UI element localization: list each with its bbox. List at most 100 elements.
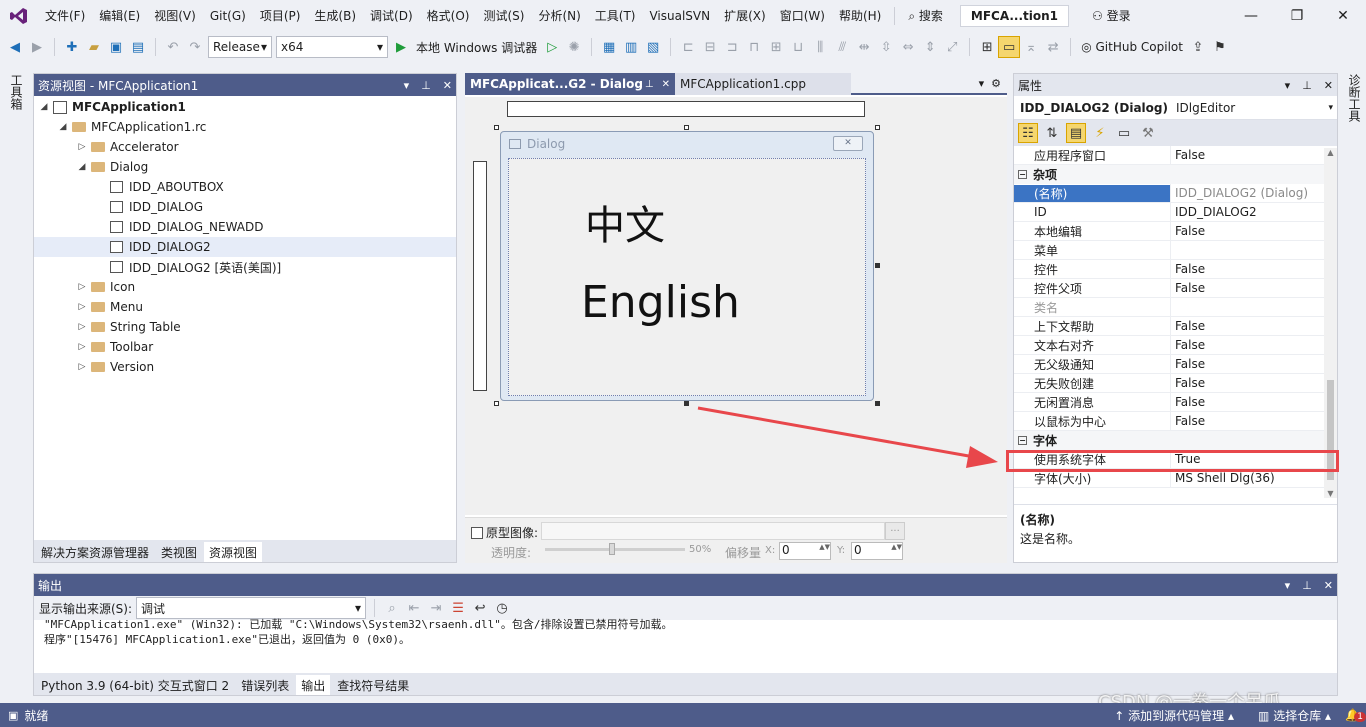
property-value[interactable]: IDD_DIALOG2 (Dialog) xyxy=(1170,183,1324,203)
property-value[interactable]: False xyxy=(1170,411,1324,431)
previous-message-icon[interactable]: ⇤ xyxy=(403,597,425,619)
tab-python-interactive[interactable]: Python 3.9 (64-bit) 交互式窗口 2 xyxy=(36,675,235,695)
toggle-guides-icon[interactable]: ▭ xyxy=(998,36,1021,58)
property-scrollbar[interactable]: ▲ ▼ xyxy=(1324,148,1337,498)
expand-icon[interactable]: ▷ xyxy=(76,282,88,292)
collapse-icon[interactable]: − xyxy=(1018,436,1027,445)
label-chinese[interactable]: 中文 xyxy=(585,193,665,251)
prototype-path-input[interactable] xyxy=(541,522,885,540)
dropdown-icon[interactable]: ▾ xyxy=(1285,79,1291,92)
pin-icon[interactable]: ⊥ xyxy=(1302,579,1312,592)
tree-item[interactable]: ▷ Accelerator xyxy=(34,137,456,157)
space-across-icon[interactable]: ⇹ xyxy=(853,36,875,58)
configuration-select[interactable]: Release ▾ xyxy=(208,36,272,58)
object-selector[interactable]: IDD_DIALOG2 (Dialog) IDlgEditor ▾ xyxy=(1014,96,1337,120)
output-source-select[interactable]: 调试 ▾ xyxy=(136,597,367,619)
menu-file[interactable]: 文件(F) xyxy=(38,0,92,32)
menu-tools[interactable]: 工具(T) xyxy=(588,0,643,32)
property-row[interactable]: 无闲置消息 False xyxy=(1014,392,1324,412)
tab-order-icon[interactable]: ⇄ xyxy=(1042,36,1064,58)
prototype-checkbox[interactable] xyxy=(471,526,483,539)
tree-item[interactable]: ▷ Icon xyxy=(34,277,456,297)
select-repo-button[interactable]: ▥ 选择仓库 ▴ xyxy=(1258,707,1331,724)
hot-reload-icon[interactable]: ✺ xyxy=(563,36,585,58)
property-category[interactable]: − 杂项 xyxy=(1014,165,1324,184)
tree-item[interactable]: ▷ Toolbar xyxy=(34,337,456,357)
resize-handle[interactable] xyxy=(875,263,880,268)
login-button[interactable]: ⚇ 登录 xyxy=(1085,0,1138,32)
expand-icon[interactable]: ▷ xyxy=(76,322,88,332)
toolbar-icon[interactable]: ▧ xyxy=(642,36,664,58)
new-project-icon[interactable]: ✚ xyxy=(61,36,83,58)
property-value[interactable]: False xyxy=(1170,354,1324,374)
align-center-icon[interactable]: ⊟ xyxy=(699,36,721,58)
opacity-slider[interactable] xyxy=(545,548,685,551)
collapse-icon[interactable]: ◢ xyxy=(76,162,88,172)
dropdown-icon[interactable]: ▾ xyxy=(404,79,410,92)
pin-icon[interactable]: ⊥ xyxy=(645,79,654,90)
tree-item[interactable]: ◢ Dialog xyxy=(34,157,456,177)
tree-item[interactable]: IDD_DIALOG2 xyxy=(34,237,456,257)
clear-all-icon[interactable]: ☰ xyxy=(447,597,469,619)
align-bottom-icon[interactable]: ⊔ xyxy=(787,36,809,58)
tab-resource-view[interactable]: 资源视图 xyxy=(204,542,263,562)
menu-visualsvn[interactable]: VisualSVN xyxy=(642,0,717,32)
pin-icon[interactable]: ⊥ xyxy=(421,79,431,92)
property-row[interactable]: 控件 False xyxy=(1014,259,1324,279)
tree-item[interactable]: IDD_DIALOG_NEWADD xyxy=(34,217,456,237)
make-same-width-icon[interactable]: ⇔ xyxy=(897,36,919,58)
next-message-icon[interactable]: ⇥ xyxy=(425,597,447,619)
menu-project[interactable]: 项目(P) xyxy=(253,0,308,32)
resize-handle[interactable] xyxy=(875,125,880,130)
collapse-icon[interactable]: ◢ xyxy=(57,122,69,132)
x-offset-input[interactable]: 0 ▲▼ xyxy=(779,542,831,560)
start-debug-button[interactable]: 本地 Windows 调试器 xyxy=(412,39,541,56)
opacity-slider-thumb[interactable] xyxy=(609,543,615,555)
expand-icon[interactable]: ▷ xyxy=(76,362,88,372)
y-offset-input[interactable]: 0 ▲▼ xyxy=(851,542,903,560)
property-row[interactable]: 类名 xyxy=(1014,297,1324,317)
tree-item[interactable]: IDD_ABOUTBOX xyxy=(34,177,456,197)
property-value[interactable]: False xyxy=(1170,392,1324,412)
maximize-button[interactable]: ❐ xyxy=(1274,0,1320,32)
tab-find-symbol-results[interactable]: 查找符号结果 xyxy=(332,675,415,695)
add-source-control-button[interactable]: ↑ 添加到源代码管理 ▴ xyxy=(1114,707,1234,724)
tab-list-icon[interactable]: ▾ xyxy=(979,77,985,90)
dropdown-icon[interactable]: ▾ xyxy=(1285,579,1291,592)
share-icon[interactable]: ⇪ xyxy=(1187,36,1209,58)
events-icon[interactable]: ⚡ xyxy=(1090,123,1110,143)
test-dialog-icon[interactable]: ⌅ xyxy=(1020,36,1042,58)
browse-button[interactable]: ... xyxy=(885,522,905,540)
property-row[interactable]: 以鼠标为中心 False xyxy=(1014,411,1324,431)
scroll-down-icon[interactable]: ▼ xyxy=(1324,489,1337,498)
space-down-icon[interactable]: ⇳ xyxy=(875,36,897,58)
tab-class-view[interactable]: 类视图 xyxy=(156,542,203,562)
timestamp-icon[interactable]: ◷ xyxy=(491,597,513,619)
property-value[interactable] xyxy=(1170,240,1324,260)
open-folder-icon[interactable]: ▰ xyxy=(83,36,105,58)
feedback-icon[interactable]: ⚑ xyxy=(1209,36,1231,58)
expand-icon[interactable]: ▷ xyxy=(76,142,88,152)
menu-help[interactable]: 帮助(H) xyxy=(832,0,888,32)
tree-item[interactable]: ◢ MFCApplication1 xyxy=(34,97,456,117)
property-row[interactable]: 无失败创建 False xyxy=(1014,373,1324,393)
property-row[interactable]: (名称) IDD_DIALOG2 (Dialog) xyxy=(1014,183,1324,203)
collapse-icon[interactable]: − xyxy=(1018,170,1027,179)
expand-icon[interactable]: ▷ xyxy=(76,342,88,352)
label-english[interactable]: English xyxy=(581,277,740,328)
tree-item[interactable]: IDD_DIALOG2 [英语(美国)] xyxy=(34,257,456,277)
pin-icon[interactable]: ⊥ xyxy=(1302,79,1312,92)
word-wrap-icon[interactable]: ↩ xyxy=(469,597,491,619)
categorized-icon[interactable]: ☷ xyxy=(1018,123,1038,143)
gear-icon[interactable]: ⚙ xyxy=(991,77,1001,90)
tab-cpp-file[interactable]: MFCApplication1.cpp xyxy=(675,73,851,95)
property-value[interactable]: False xyxy=(1170,278,1324,298)
align-top-icon[interactable]: ⊓ xyxy=(743,36,765,58)
platform-select[interactable]: x64 ▾ xyxy=(276,36,388,58)
menu-debug[interactable]: 调试(D) xyxy=(363,0,420,32)
close-icon[interactable]: ✕ xyxy=(1324,79,1333,92)
align-left-icon[interactable]: ⊏ xyxy=(677,36,699,58)
property-row[interactable]: ID IDD_DIALOG2 xyxy=(1014,202,1324,222)
property-value[interactable]: False xyxy=(1170,373,1324,393)
menu-view[interactable]: 视图(V) xyxy=(147,0,203,32)
